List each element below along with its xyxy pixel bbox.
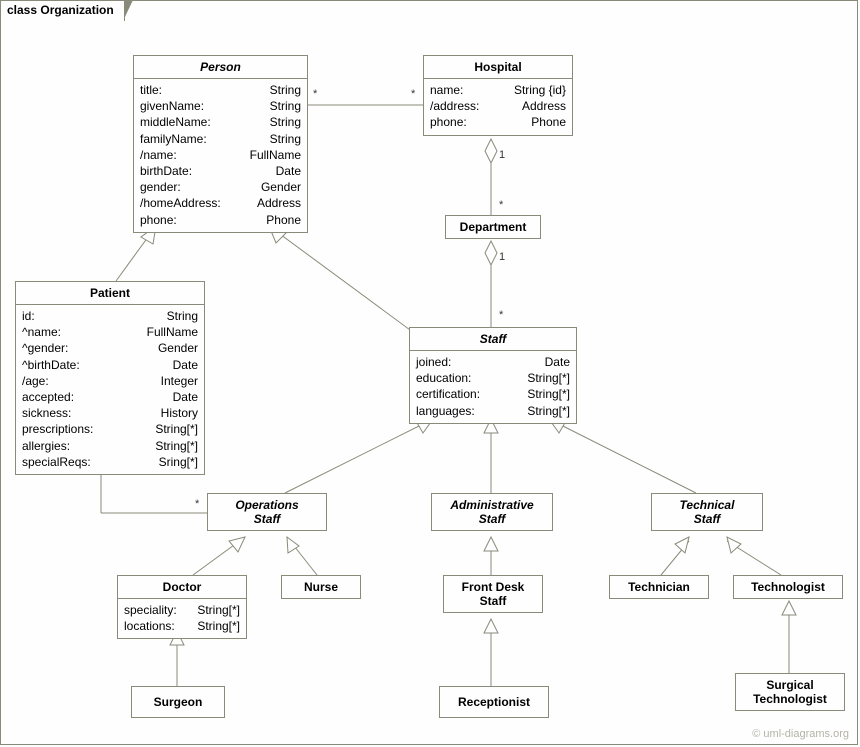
class-title: Doctor (118, 576, 246, 599)
class-administrative-staff: AdministrativeStaff (431, 493, 553, 531)
class-nurse: Nurse (281, 575, 361, 599)
attribute-row: locations:String[*] (124, 618, 240, 634)
frame-title: class Organization (7, 3, 114, 17)
class-doctor: Doctor speciality:String[*]locations:Str… (117, 575, 247, 639)
class-front-desk-staff: Front DeskStaff (443, 575, 543, 613)
class-title: Patient (16, 282, 204, 305)
class-technologist: Technologist (733, 575, 843, 599)
class-hospital: Hospital name:String {id}/address:Addres… (423, 55, 573, 136)
attribute-row: ^name:FullName (22, 324, 198, 340)
class-title: Hospital (424, 56, 572, 79)
class-title: AdministrativeStaff (432, 494, 552, 530)
class-title: Department (446, 216, 540, 238)
class-attrs: joined:Dateeducation:String[*]certificat… (410, 351, 576, 423)
class-title: Staff (410, 328, 576, 351)
class-title: TechnicalStaff (652, 494, 762, 530)
class-attrs: title:StringgivenName:StringmiddleName:S… (134, 79, 307, 232)
mult: * (499, 199, 503, 211)
attribute-row: joined:Date (416, 354, 570, 370)
class-person: Person title:StringgivenName:Stringmiddl… (133, 55, 308, 233)
class-patient: Patient id:String^name:FullName^gender:G… (15, 281, 205, 475)
mult: * (313, 88, 317, 100)
class-title: Technologist (734, 576, 842, 598)
class-title: Person (134, 56, 307, 79)
mult: * (195, 498, 199, 510)
class-title: OperationsStaff (208, 494, 326, 530)
class-staff: Staff joined:Dateeducation:String[*]cert… (409, 327, 577, 424)
class-operations-staff: OperationsStaff (207, 493, 327, 531)
attribute-row: name:String {id} (430, 82, 566, 98)
attribute-row: certification:String[*] (416, 386, 570, 402)
class-attrs: name:String {id}/address:Addressphone:Ph… (424, 79, 572, 135)
attribute-row: givenName:String (140, 98, 301, 114)
class-surgical-technologist: SurgicalTechnologist (735, 673, 845, 711)
class-title: Nurse (282, 576, 360, 598)
attribute-row: middleName:String (140, 114, 301, 130)
attribute-row: /name:FullName (140, 147, 301, 163)
class-title: Receptionist (440, 687, 548, 717)
attribute-row: /homeAddress:Address (140, 195, 301, 211)
attribute-row: phone:Phone (140, 212, 301, 228)
mult: 1 (499, 149, 505, 161)
class-title: Technician (610, 576, 708, 598)
copyright-text: © uml-diagrams.org (752, 728, 849, 740)
attribute-row: allergies:String[*] (22, 438, 198, 454)
class-department: Department (445, 215, 541, 239)
class-title: SurgicalTechnologist (736, 674, 844, 710)
attribute-row: phone:Phone (430, 114, 566, 130)
class-attrs: speciality:String[*]locations:String[*] (118, 599, 246, 638)
attribute-row: /age:Integer (22, 373, 198, 389)
mult: * (499, 309, 503, 321)
class-technical-staff: TechnicalStaff (651, 493, 763, 531)
class-title: Front DeskStaff (444, 576, 542, 612)
attribute-row: id:String (22, 308, 198, 324)
attribute-row: accepted:Date (22, 389, 198, 405)
attribute-row: ^birthDate:Date (22, 357, 198, 373)
frame-label: class Organization (0, 0, 125, 21)
class-surgeon: Surgeon (131, 686, 225, 718)
attribute-row: sickness:History (22, 405, 198, 421)
attribute-row: familyName:String (140, 131, 301, 147)
attribute-row: prescriptions:String[*] (22, 421, 198, 437)
attribute-row: title:String (140, 82, 301, 98)
mult: 1 (499, 251, 505, 263)
class-attrs: id:String^name:FullName^gender:Gender^bi… (16, 305, 204, 474)
mult: * (411, 88, 415, 100)
attribute-row: /address:Address (430, 98, 566, 114)
attribute-row: ^gender:Gender (22, 340, 198, 356)
attribute-row: languages:String[*] (416, 403, 570, 419)
attribute-row: specialReqs:Sring[*] (22, 454, 198, 470)
attribute-row: birthDate:Date (140, 163, 301, 179)
class-title: Surgeon (132, 687, 224, 717)
attribute-row: gender:Gender (140, 179, 301, 195)
attribute-row: education:String[*] (416, 370, 570, 386)
package-frame: class Organization (0, 0, 858, 745)
class-receptionist: Receptionist (439, 686, 549, 718)
class-technician: Technician (609, 575, 709, 599)
attribute-row: speciality:String[*] (124, 602, 240, 618)
